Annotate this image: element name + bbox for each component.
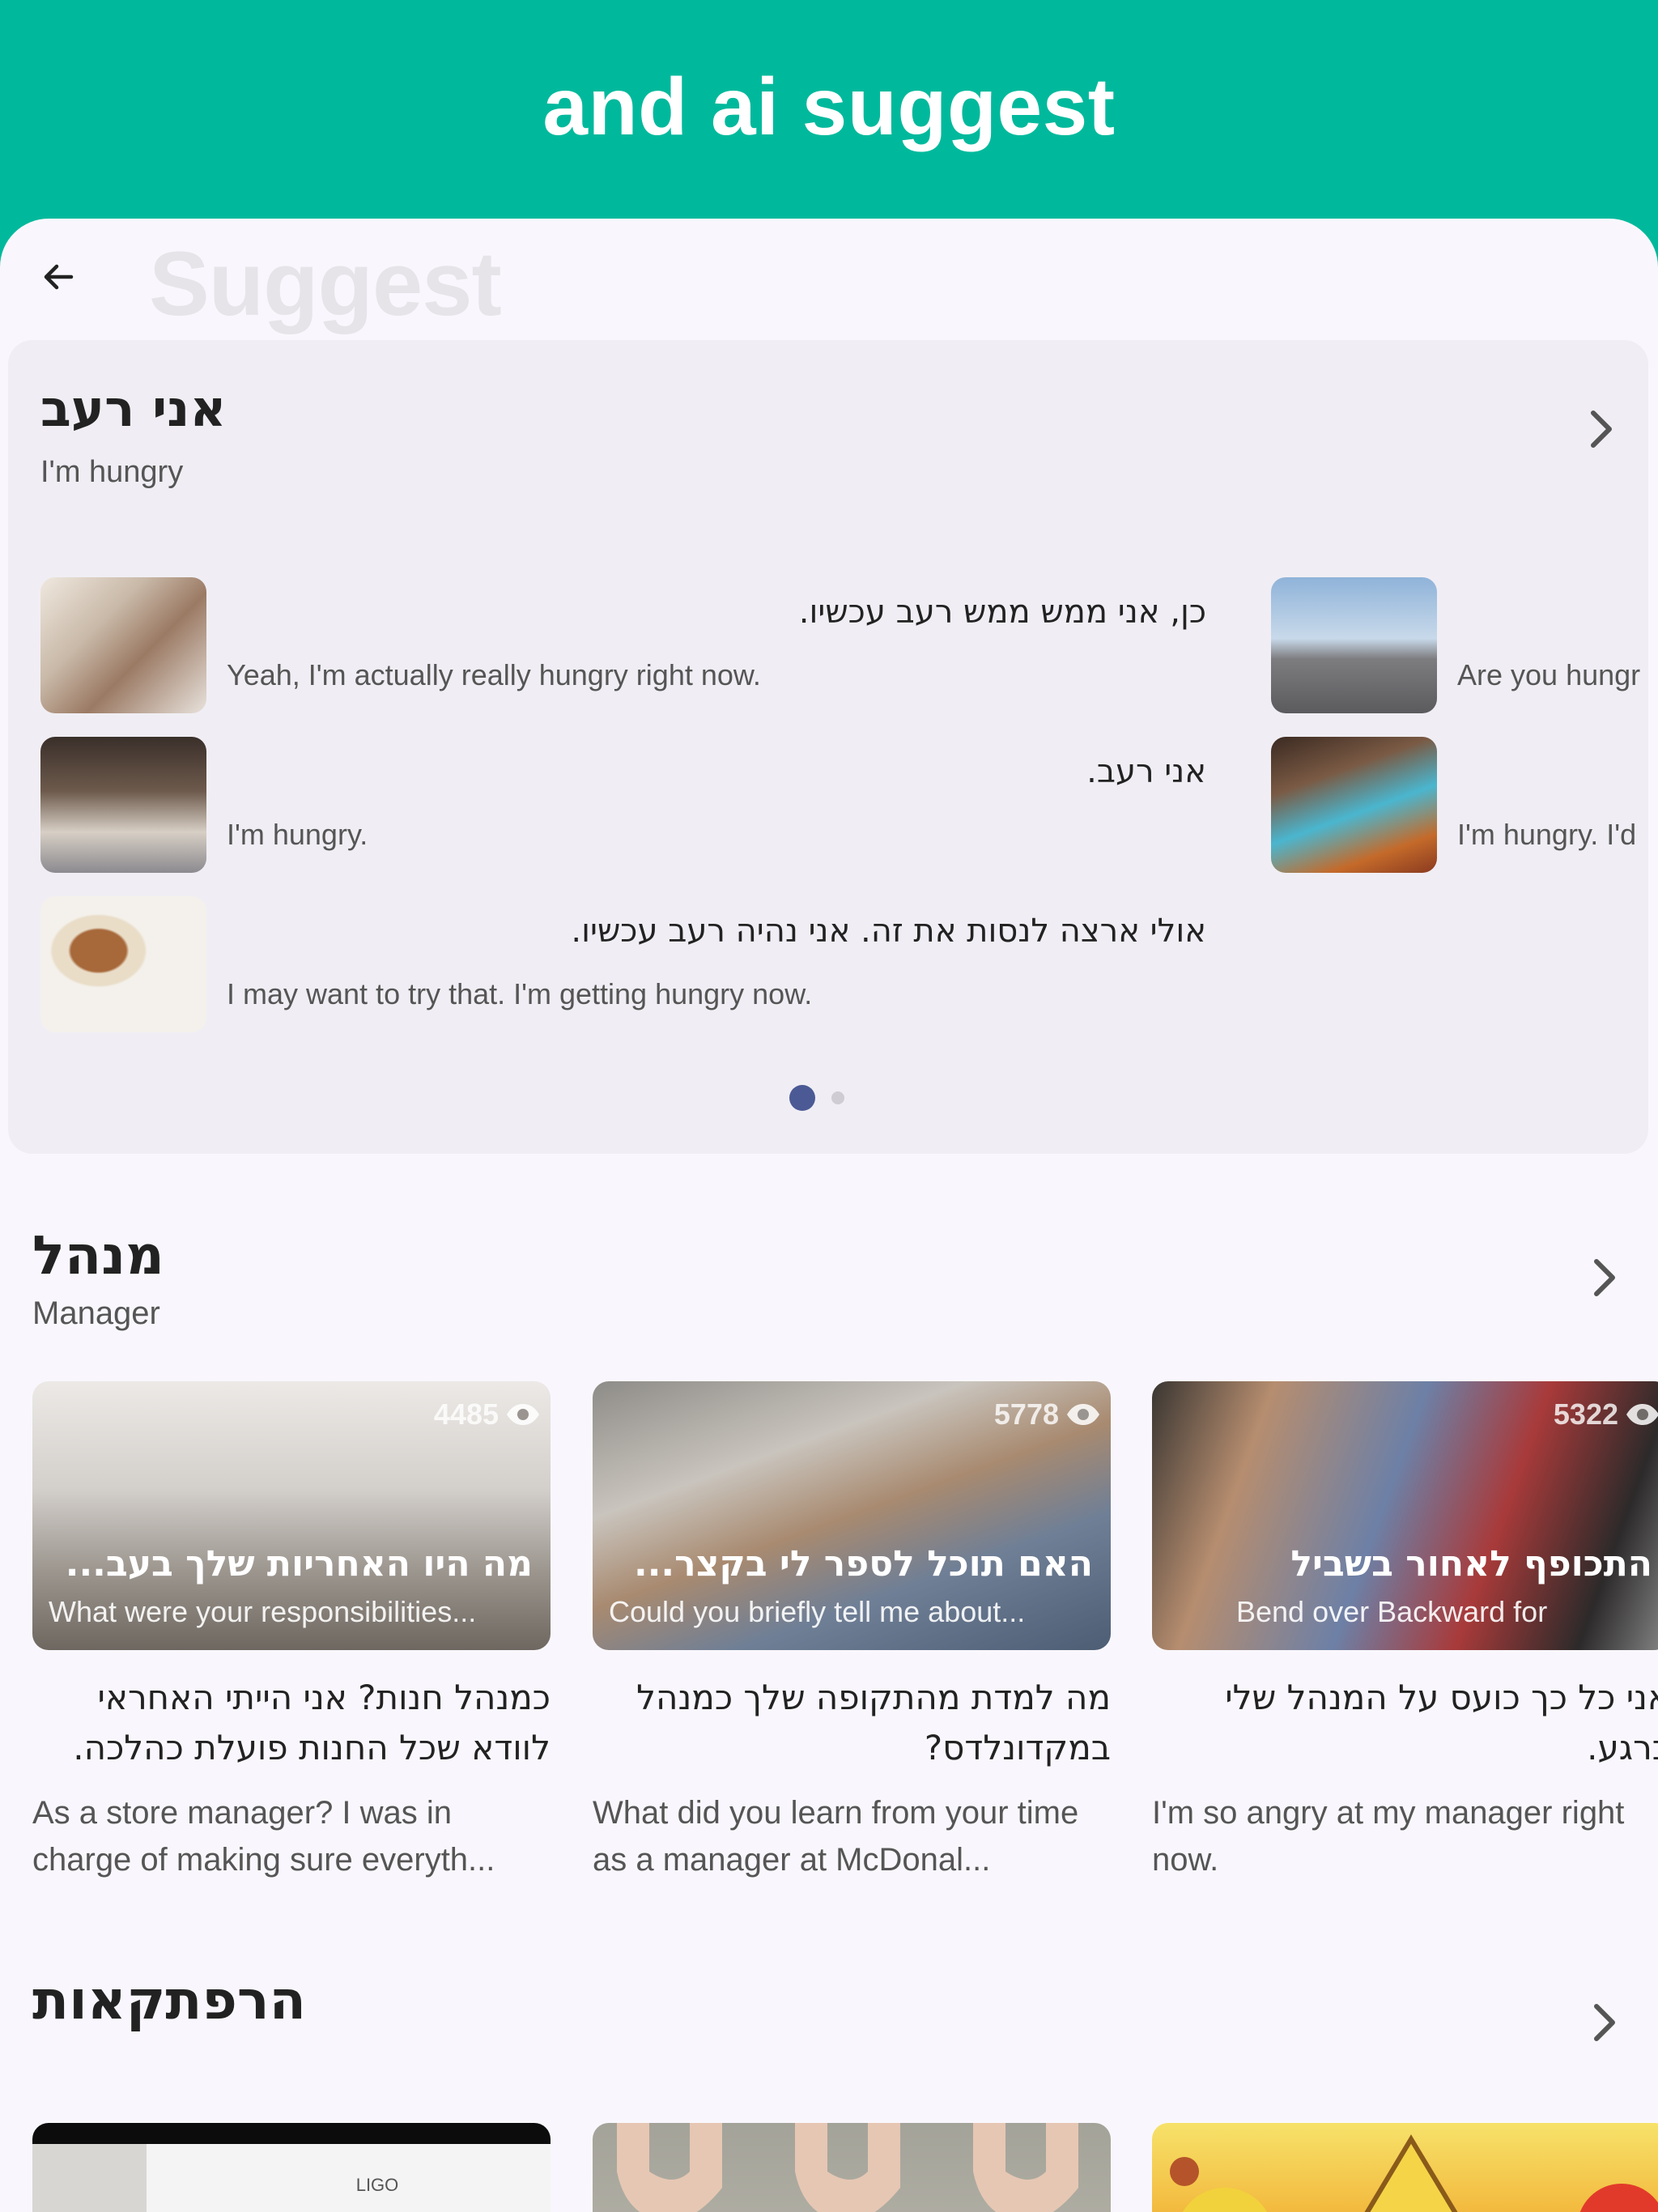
card-overlay-he: האם תוכל לספר לי בקצר... xyxy=(634,1543,1093,1585)
list-item-en: I may want to try that. I'm getting hung… xyxy=(227,977,813,1010)
card-text-he: אני כל כך כועס על המנהל שלי כרגע. xyxy=(1225,1678,1658,1767)
content-card[interactable]: LIGO xyxy=(32,2123,551,2212)
card-overlay-en: Could you briefly tell me about... xyxy=(609,1595,1026,1628)
card-text-en: What did you learn from your time as a m… xyxy=(593,1795,1079,1878)
card-image: 4485 מה היו האחריות שלך בעב... What were… xyxy=(32,1381,551,1650)
game-characters-image xyxy=(1170,2134,1658,2212)
featured-panel[interactable]: אני רעב I'm hungry כן, אני ממש ממש רעב ע… xyxy=(8,340,1648,1154)
thumbnail-image xyxy=(1271,737,1437,873)
list-item[interactable]: I'm hungry. I'd xyxy=(1271,737,1648,874)
arrow-left-icon xyxy=(44,264,74,290)
list-item[interactable]: אולי ארצה לנסות את זה. אני נהיה רעב עכשי… xyxy=(40,896,1206,1034)
chevron-right-icon xyxy=(1594,2004,1615,2041)
featured-more-button[interactable] xyxy=(1579,406,1624,452)
card-overlay-en: Bend over Backward for xyxy=(1236,1595,1548,1628)
content-card[interactable]: 5778 האם תוכל לספר לי בקצר... Could you … xyxy=(593,1381,1111,1883)
pagination-dot-active[interactable] xyxy=(789,1085,815,1111)
thumbnail-image xyxy=(40,896,206,1032)
card-text-he: כמנהל חנות? אני הייתי האחראי לוודא שכל ה… xyxy=(73,1678,551,1767)
list-item[interactable]: כן, אני ממש ממש רעב עכשיו. Yeah, I'm act… xyxy=(40,577,1206,715)
card-image: 5322 התכופף לאחור בשביל Bend over Backwa… xyxy=(1152,1381,1658,1650)
featured-title-en: I'm hungry xyxy=(40,455,184,489)
manager-more-button[interactable] xyxy=(1582,1255,1627,1300)
content-card[interactable]: 5322 התכופף לאחור בשביל Bend over Backwa… xyxy=(1152,1381,1658,1883)
list-item-en: I'm hungry. xyxy=(227,818,368,851)
thumbnail-image xyxy=(40,737,206,873)
banner-title: and ai suggest xyxy=(542,61,1116,152)
thumbnail-image xyxy=(1271,577,1437,713)
view-count: 5778 xyxy=(994,1397,1101,1431)
chevron-right-icon xyxy=(1591,410,1612,448)
list-item[interactable]: Are you hungr xyxy=(1271,577,1648,715)
section-title-he: מנהל xyxy=(32,1224,164,1287)
content-card[interactable]: 4485 מה היו האחריות שלך בעב... What were… xyxy=(32,1381,551,1883)
card-logo-text: LIGO xyxy=(355,2175,399,2195)
hands-heart-image xyxy=(617,2123,1078,2212)
promo-banner: and ai suggest xyxy=(0,0,1658,219)
adventures-more-button[interactable] xyxy=(1582,2000,1627,2045)
list-item[interactable]: אני רעב. I'm hungry. xyxy=(40,737,1206,874)
chevron-right-icon xyxy=(1594,1259,1615,1296)
view-count: 5322 xyxy=(1554,1397,1658,1431)
pagination-dot[interactable] xyxy=(831,1091,844,1104)
list-item-he: כן, אני ממש ממש רעב עכשיו. xyxy=(798,593,1206,631)
content-card[interactable] xyxy=(1152,2123,1658,2212)
list-item-en: Yeah, I'm actually really hungry right n… xyxy=(227,658,761,691)
list-item-en: Are you hungr xyxy=(1457,658,1641,691)
back-button[interactable] xyxy=(32,251,84,303)
thumbnail-image xyxy=(40,577,206,713)
list-item-he: אני רעב. xyxy=(1086,753,1206,790)
eye-icon xyxy=(1626,1404,1658,1425)
card-text-en: I'm so angry at my manager right now. xyxy=(1152,1795,1625,1878)
app-screen: Suggest אני רעב I'm hungry כן, אני ממש מ… xyxy=(0,219,1658,2212)
eye-icon xyxy=(1067,1404,1099,1425)
list-item-en: I'm hungry. I'd xyxy=(1457,818,1637,851)
card-overlay-he: התכופף לאחור בשביל xyxy=(1290,1543,1652,1585)
view-count: 4485 xyxy=(434,1397,541,1431)
card-overlay-he: מה היו האחריות שלך בעב... xyxy=(65,1543,533,1585)
card-text-en: As a store manager? I was in charge of m… xyxy=(32,1795,495,1878)
list-item-he: אולי ארצה לנסות את זה. אני נהיה רעב עכשי… xyxy=(571,912,1206,950)
top-bar: Suggest xyxy=(0,219,1658,340)
eye-icon xyxy=(507,1404,539,1425)
carousel-pagination[interactable] xyxy=(789,1085,844,1111)
section-title-en: Manager xyxy=(32,1295,160,1331)
card-image: 5778 האם תוכל לספר לי בקצר... Could you … xyxy=(593,1381,1111,1650)
featured-title-he: אני רעב xyxy=(40,379,227,438)
section-title-he: הרפתקאות xyxy=(32,1969,306,2031)
content-card[interactable] xyxy=(593,2123,1111,2212)
card-overlay-en: What were your responsibilities... xyxy=(49,1595,477,1628)
page-title: Suggest xyxy=(149,233,502,334)
card-text-he: מה למדת מהתקופה שלך כמנהל במקדונלדס? xyxy=(636,1678,1111,1767)
